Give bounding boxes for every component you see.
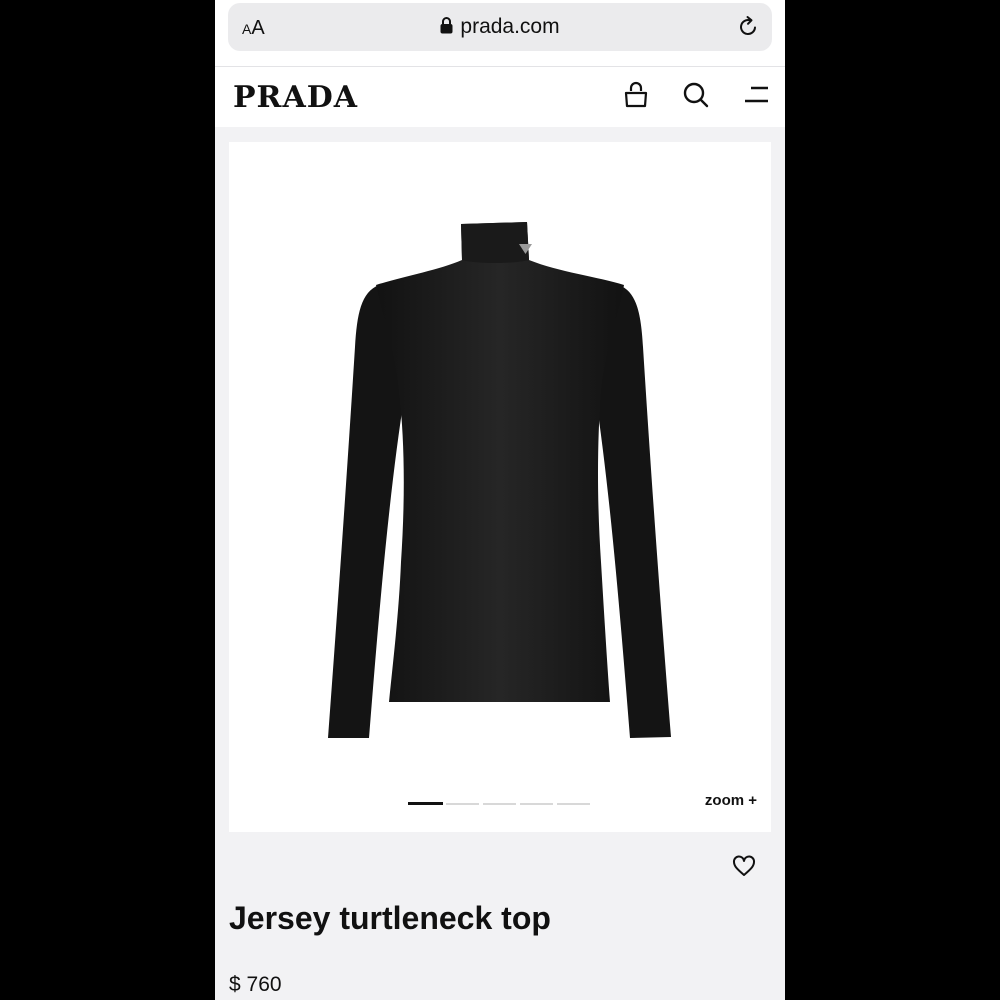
shopping-bag-icon[interactable]	[623, 81, 649, 114]
turtleneck-product-image	[328, 222, 671, 738]
site-header: PRADA	[215, 67, 785, 127]
carousel-dot[interactable]	[446, 803, 479, 805]
menu-icon[interactable]	[743, 84, 769, 111]
lock-icon	[440, 16, 453, 40]
carousel-dot[interactable]	[483, 803, 516, 805]
heart-icon[interactable]	[732, 855, 756, 882]
prada-logo[interactable]: PRADA	[233, 80, 358, 115]
browser-toolbar: AA prada.com	[215, 0, 785, 67]
url-text: prada.com	[460, 15, 560, 38]
product-image-carousel[interactable]: zoom +	[229, 142, 771, 832]
zoom-button[interactable]: zoom +	[705, 792, 757, 809]
url-display[interactable]: prada.com	[228, 15, 772, 40]
reload-icon[interactable]	[736, 15, 760, 44]
product-price: $ 760	[229, 973, 282, 996]
search-icon[interactable]	[682, 81, 710, 114]
mobile-viewport: AA prada.com PRADA zoom + Jersey turtlen…	[215, 0, 785, 1000]
address-bar[interactable]: AA prada.com	[228, 3, 772, 51]
carousel-dot[interactable]	[557, 803, 590, 805]
carousel-dot-active[interactable]	[408, 802, 443, 805]
product-name: Jersey turtleneck top	[229, 900, 551, 936]
carousel-dot[interactable]	[520, 803, 553, 805]
